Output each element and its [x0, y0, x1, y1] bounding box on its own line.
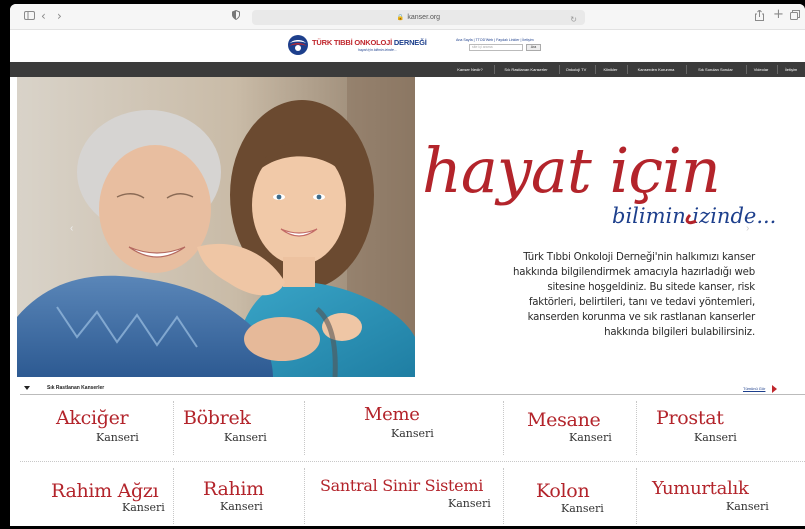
- section-title: Sık Rastlanan Kanserler: [47, 385, 105, 391]
- nav-divider: [595, 65, 596, 74]
- logo-mark-icon: [288, 35, 308, 55]
- url-text: kanser.org: [407, 14, 441, 21]
- card-divider: [173, 401, 174, 455]
- card-divider: [173, 468, 174, 524]
- cancer-suffix: Kanseri: [569, 431, 612, 444]
- cancer-name: Rahim: [203, 478, 264, 500]
- browser-toolbar: ‹ › 🔒 kanser.org ↻ +: [10, 4, 805, 30]
- cancer-name: Santral Sinir Sistemi: [320, 476, 484, 495]
- slider-prev-button[interactable]: ‹: [70, 223, 73, 234]
- nav-item-kanserden-korunma[interactable]: Kanserden Korunma: [629, 62, 683, 77]
- nav-divider: [746, 65, 747, 74]
- sidebar-icon[interactable]: [24, 10, 35, 24]
- card-divider: [503, 468, 504, 524]
- card-divider: [304, 468, 305, 524]
- cancer-card-yumurtalik[interactable]: Yumurtalık Kanseri: [638, 466, 798, 524]
- nav-divider: [686, 65, 687, 74]
- cancer-card-rahim-agzi[interactable]: Rahim Ağzı Kanseri: [20, 466, 172, 524]
- slogan-sub: bilimin izinde...: [612, 204, 776, 228]
- slogan-main: hayat için: [422, 134, 720, 207]
- card-divider: [304, 401, 305, 455]
- forward-icon[interactable]: ›: [57, 9, 62, 23]
- card-divider: [636, 401, 637, 455]
- hero-description: Türk Tıbbi Onkoloji Derneği'nin halkımız…: [513, 252, 755, 338]
- cancer-name: Prostat: [656, 407, 724, 429]
- logo-text: TÜRK TIBBİ ONKOLOJİ DERNEĞİ: [312, 38, 427, 47]
- nav-item-sss[interactable]: Sık Sorulan Sorular: [689, 62, 742, 77]
- cancer-card-meme[interactable]: Meme Kanseri: [306, 398, 501, 458]
- collapse-arrow-icon[interactable]: [24, 386, 30, 390]
- cancer-card-rahim[interactable]: Rahim Kanseri: [175, 466, 303, 524]
- cancer-suffix: Kanseri: [391, 427, 434, 440]
- address-bar[interactable]: 🔒 kanser.org ↻: [252, 10, 585, 25]
- lock-icon: 🔒: [396, 15, 405, 21]
- cancer-card-bobrek[interactable]: Böbrek Kanseri: [175, 398, 303, 458]
- cancer-name: Mesane: [527, 409, 601, 431]
- cancer-name: Akciğer: [56, 407, 129, 429]
- nav-item-klinikler[interactable]: Klinikler: [598, 62, 623, 77]
- logo-tagline: hayat için bilimin izinde...: [358, 48, 397, 52]
- hero-slogan: hayat için bilimin izinde...: [422, 134, 776, 228]
- privacy-shield-icon[interactable]: [232, 9, 240, 24]
- section-divider: [20, 394, 805, 395]
- search-button[interactable]: Ara: [526, 44, 541, 51]
- cancer-name: Kolon: [536, 480, 590, 502]
- nav-item-videolar[interactable]: Videolar: [749, 62, 773, 77]
- cancer-suffix: Kanseri: [224, 431, 267, 444]
- cancer-suffix: Kanseri: [726, 500, 769, 513]
- site-header: TÜRK TIBBİ ONKOLOJİ DERNEĞİ hayat için b…: [10, 30, 805, 62]
- reload-icon[interactable]: ↻: [570, 12, 577, 27]
- main-nav: Kanser Nedir? Sık Rastlanan Kanserler On…: [10, 62, 805, 77]
- nav-divider: [777, 65, 778, 74]
- cancer-suffix: Kanseri: [220, 500, 263, 513]
- cancer-card-kolon[interactable]: Kolon Kanseri: [505, 466, 635, 524]
- cancer-name: Yumurtalık: [652, 478, 749, 499]
- nav-item-kanser-nedir[interactable]: Kanser Nedir?: [448, 62, 492, 77]
- logo-text-blue: DERNEĞİ: [393, 38, 427, 47]
- card-divider: [636, 468, 637, 524]
- hero-slider: ‹ › hayat için bilimin izinde... Türk Tı…: [10, 77, 805, 377]
- cancer-card-mesane[interactable]: Mesane Kanseri: [505, 398, 635, 458]
- nav-item-sik-rastlanan[interactable]: Sık Rastlanan Kanserler: [496, 62, 556, 77]
- cancer-name: Rahim Ağzı: [51, 480, 159, 502]
- search-input[interactable]: site içi arama: [469, 44, 523, 51]
- nav-divider: [627, 65, 628, 74]
- nav-divider: [559, 65, 560, 74]
- nav-item-onkoloji-tv[interactable]: Onkoloji TV: [561, 62, 591, 77]
- share-icon[interactable]: [755, 9, 764, 25]
- nav-divider: [494, 65, 495, 74]
- hero-photo: [17, 77, 415, 377]
- back-icon[interactable]: ‹: [41, 9, 46, 23]
- row-divider: [20, 461, 805, 462]
- see-all-link[interactable]: Tümünü Gör: [743, 386, 765, 391]
- browser-window: ‹ › 🔒 kanser.org ↻ + TÜRK TIBBİ ONKOLOJİ …: [10, 4, 805, 526]
- cancer-suffix: Kanseri: [694, 431, 737, 444]
- cancer-name: Meme: [364, 404, 420, 425]
- cancer-suffix: Kanseri: [561, 502, 604, 515]
- site-logo[interactable]: TÜRK TIBBİ ONKOLOJİ DERNEĞİ hayat için b…: [286, 33, 436, 57]
- see-all-arrow-icon[interactable]: [772, 385, 777, 393]
- cancer-card-santral-sinir-sistemi[interactable]: Santral Sinir Sistemi Kanseri: [306, 466, 501, 524]
- cancer-card-akciger[interactable]: Akciğer Kanseri: [20, 398, 172, 458]
- header-links[interactable]: Ana Sayfa | TTOD'Web | Faydalı Linkler |…: [456, 38, 534, 42]
- cancer-suffix: Kanseri: [448, 497, 491, 510]
- cancer-suffix: Kanseri: [96, 431, 139, 444]
- new-tab-icon[interactable]: +: [773, 8, 784, 22]
- logo-text-red: TÜRK TIBBİ ONKOLOJİ: [312, 38, 392, 47]
- cancer-card-prostat[interactable]: Prostat Kanseri: [638, 398, 798, 458]
- card-divider: [503, 401, 504, 455]
- tabs-icon[interactable]: [790, 10, 800, 24]
- cancer-name: Böbrek: [183, 407, 251, 429]
- cancer-suffix: Kanseri: [122, 501, 165, 514]
- nav-item-iletisim[interactable]: İletişim: [780, 62, 802, 77]
